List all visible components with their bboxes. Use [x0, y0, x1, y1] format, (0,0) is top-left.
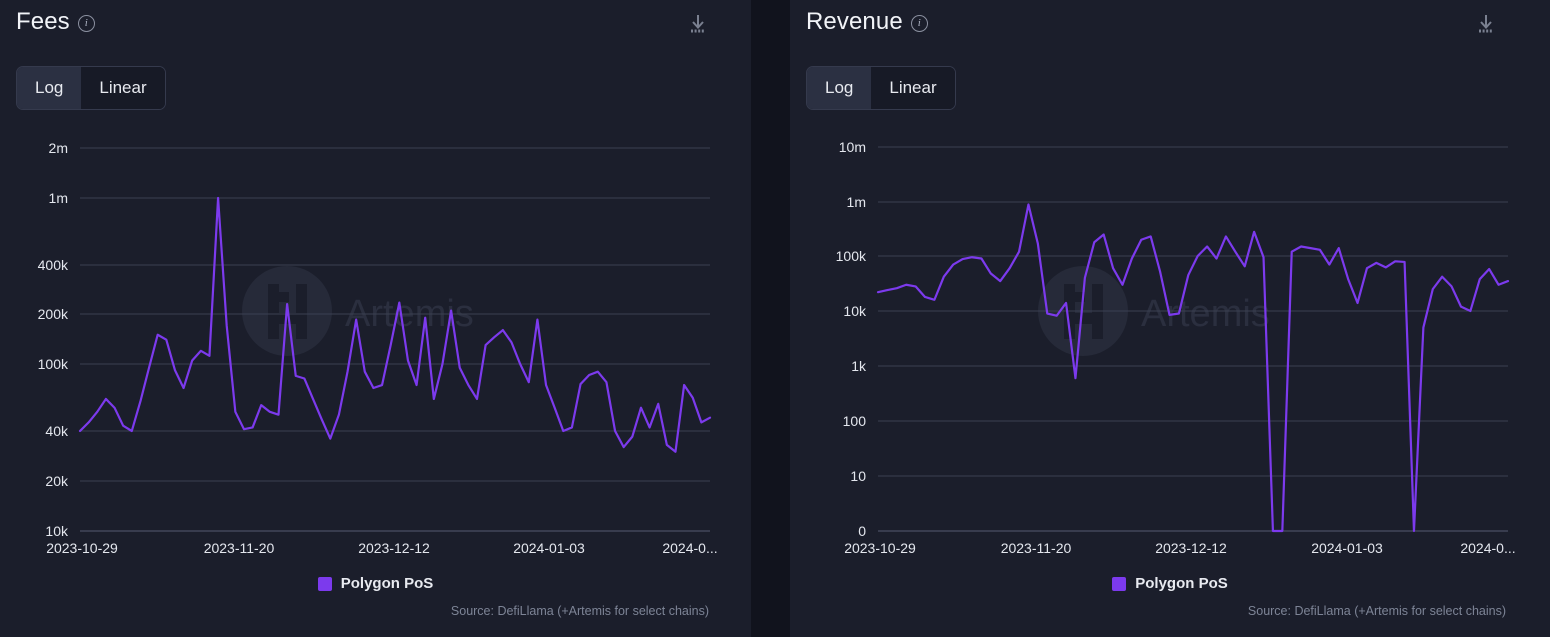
fees-ytick-labels: 2m 1m 400k 200k 100k 40k 20k 10k [38, 140, 69, 539]
fees-legend: Polygon PoS [0, 575, 751, 592]
legend-label-polygon-pos-revenue[interactable]: Polygon PoS [1135, 575, 1228, 592]
revenue-xtick-label: 2023-12-12 [1155, 540, 1227, 556]
fees-ytick-label: 400k [38, 257, 69, 273]
fees-xtick-label: 2023-10-29 [46, 540, 118, 556]
fees-ytick-label: 40k [45, 423, 69, 439]
revenue-panel-header: Revenue i [806, 8, 928, 36]
page-title: Fees [16, 8, 70, 36]
info-circle-icon-revenue[interactable]: i [911, 15, 928, 32]
fees-ytick-label: 200k [38, 306, 69, 322]
fees-xtick-label: 2023-12-12 [358, 540, 430, 556]
fees-source-note: Source: DefiLlama (+Artemis for select c… [451, 604, 709, 618]
fees-ytick-label: 2m [49, 140, 68, 156]
scale-toggle-fees[interactable]: Log Linear [16, 66, 166, 110]
revenue-source-note: Source: DefiLlama (+Artemis for select c… [1248, 604, 1506, 618]
revenue-ytick-label: 10k [843, 303, 867, 319]
revenue-xtick-label: 2024-0... [1460, 540, 1515, 556]
fees-gridlines [80, 148, 710, 531]
fees-ytick-label: 100k [38, 356, 69, 372]
tab-log-fees[interactable]: Log [17, 67, 81, 109]
fees-xtick-label: 2024-0... [662, 540, 717, 556]
legend-label-polygon-pos[interactable]: Polygon PoS [341, 575, 434, 592]
fees-xtick-labels: 2023-10-29 2023-11-20 2023-12-12 2024-01-03… [46, 540, 717, 556]
page-title-revenue: Revenue [806, 8, 903, 36]
revenue-xtick-label: 2023-11-20 [1001, 540, 1072, 556]
revenue-panel: Revenue i Log Linear [790, 0, 1550, 637]
scale-toggle-revenue[interactable]: Log Linear [806, 66, 956, 110]
revenue-chart: Artemis 10m1m100k10k1k100100 2023-10-292… [790, 110, 1550, 560]
download-icon[interactable] [687, 12, 709, 36]
series-line-polygon-pos [80, 198, 710, 452]
revenue-xtick-label: 2023-10-29 [844, 540, 916, 556]
revenue-ytick-label: 10 [850, 468, 866, 484]
revenue-xtick-label: 2024-01-03 [1311, 540, 1383, 556]
fees-watermark: Artemis [242, 266, 474, 356]
fees-ytick-label: 10k [45, 523, 69, 539]
dashboard-root: Fees i Log Linear [0, 0, 1550, 637]
fees-ytick-label: 20k [45, 473, 69, 489]
series-line-polygon-pos-revenue [878, 204, 1508, 531]
revenue-ytick-label: 100k [836, 248, 867, 264]
revenue-ytick-label: 1m [847, 194, 866, 210]
legend-swatch-polygon-pos-revenue[interactable] [1112, 577, 1126, 591]
tab-linear-fees[interactable]: Linear [81, 67, 164, 109]
tab-linear-revenue[interactable]: Linear [871, 67, 954, 109]
watermark-text-revenue: Artemis [1141, 293, 1270, 335]
revenue-gridlines [878, 147, 1508, 531]
revenue-chart-svg: Artemis 10m1m100k10k1k100100 2023-10-292… [790, 110, 1550, 560]
revenue-ytick-labels: 10m1m100k10k1k100100 [836, 139, 867, 539]
fees-xtick-label: 2023-11-20 [204, 540, 275, 556]
fees-ytick-label: 1m [49, 190, 68, 206]
download-icon-revenue[interactable] [1475, 12, 1497, 36]
revenue-ytick-label: 0 [858, 523, 866, 539]
fees-chart: Artemis 2m 1m 400k 200k 100k 40k 20k 10k 2023-1… [0, 110, 751, 560]
info-circle-icon[interactable]: i [78, 15, 95, 32]
fees-panel-header: Fees i [16, 8, 95, 36]
revenue-ytick-label: 100 [843, 413, 867, 429]
fees-panel: Fees i Log Linear [0, 0, 751, 637]
revenue-ytick-label: 1k [851, 358, 867, 374]
legend-swatch-polygon-pos[interactable] [318, 577, 332, 591]
fees-xtick-label: 2024-01-03 [513, 540, 585, 556]
revenue-ytick-label: 10m [839, 139, 866, 155]
fees-chart-svg: Artemis 2m 1m 400k 200k 100k 40k 20k 10k 2023-1… [0, 110, 751, 560]
tab-log-revenue[interactable]: Log [807, 67, 871, 109]
revenue-xtick-labels: 2023-10-29 2023-11-20 2023-12-12 2024-01-03… [844, 540, 1515, 556]
revenue-legend: Polygon PoS [790, 575, 1550, 592]
